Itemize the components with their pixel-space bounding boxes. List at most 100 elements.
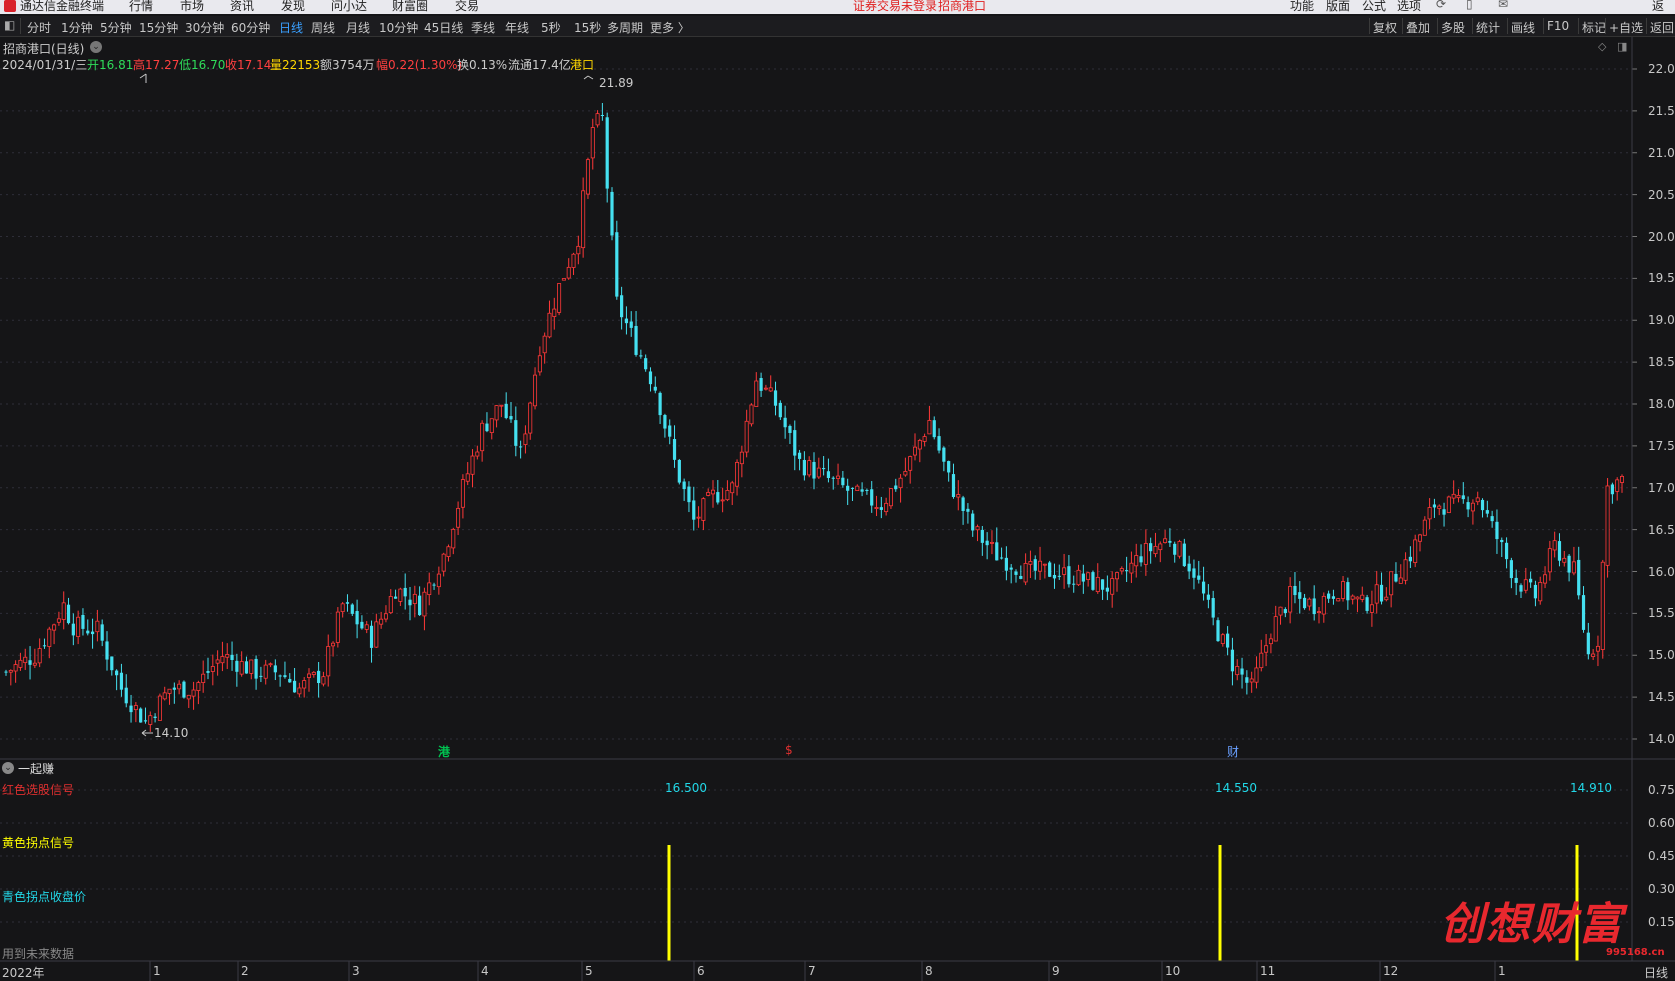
menu-formula[interactable]: 公式 [1362, 0, 1386, 14]
candle [1475, 491, 1480, 506]
period-tab-3[interactable]: 15分钟 [139, 19, 178, 36]
candle [374, 613, 379, 648]
candle [326, 634, 331, 687]
candle [590, 118, 595, 170]
toolbar-btn-0[interactable]: 复权 [1373, 19, 1397, 36]
period-tab-7[interactable]: 周线 [311, 19, 335, 36]
candle [537, 346, 542, 376]
toolbar-btn-7[interactable]: +自选 [1609, 19, 1643, 36]
watermark-logo: 创想财富 [1440, 899, 1624, 950]
menu-function[interactable]: 功能 [1290, 0, 1314, 14]
menu-quotes[interactable]: 行情 [129, 0, 153, 14]
refresh-icon[interactable]: ⟳ [1436, 0, 1446, 11]
candle [1095, 563, 1100, 594]
period-tab-12[interactable]: 年线 [505, 19, 529, 36]
candle [749, 403, 754, 427]
candle [494, 405, 499, 428]
candle [182, 680, 186, 699]
toolbar-btn-5[interactable]: F10 [1547, 19, 1569, 33]
candle [1240, 657, 1244, 689]
candle [692, 486, 696, 531]
yellow-signal-bar [1218, 845, 1222, 961]
candle [1048, 560, 1052, 578]
candle [778, 400, 782, 421]
candle [585, 157, 590, 199]
toolbar-btn-3[interactable]: 统计 [1476, 19, 1500, 36]
period-tab-10[interactable]: 45日线 [424, 19, 463, 36]
price-tick-label: 21.00 [1648, 145, 1675, 160]
menu-news[interactable]: 资讯 [230, 0, 254, 14]
menu-trade[interactable]: 交易 [455, 0, 479, 14]
candle [1264, 633, 1269, 667]
toolbar-btn-1[interactable]: 叠加 [1406, 19, 1430, 36]
candle [206, 657, 210, 680]
login-notice[interactable]: 证券交易未登录 [853, 0, 937, 14]
chart-area[interactable] [0, 37, 1675, 981]
candle [552, 297, 557, 330]
candle [917, 438, 922, 463]
event-marker-dividend[interactable]: $ [785, 743, 793, 757]
period-tab-4[interactable]: 30分钟 [185, 19, 224, 36]
toolbar-btn-8[interactable]: 返回 [1650, 19, 1674, 36]
notice-stock[interactable]: 招商港口 [938, 0, 986, 14]
toolbar-divider [1605, 18, 1606, 34]
toggle-panel-icon[interactable]: ◧ [4, 18, 15, 32]
menu-ask[interactable]: 问小达 [331, 0, 367, 14]
menu-market[interactable]: 市场 [180, 0, 204, 14]
candle [1595, 635, 1600, 667]
candle [86, 619, 90, 636]
toolbar-btn-2[interactable]: 多股 [1441, 19, 1465, 36]
yellow-signal-label: 黄色拐点信号 [2, 836, 75, 850]
phone-icon[interactable]: ▯ [1466, 0, 1473, 11]
indicator-name[interactable]: 一起赚 [18, 760, 54, 777]
price-tick-label: 18.00 [1648, 397, 1675, 411]
period-tab-1[interactable]: 1分钟 [61, 19, 93, 36]
window-toggle-icon[interactable]: ◨ [1617, 40, 1627, 53]
menu-back[interactable]: 返 [1652, 0, 1664, 14]
candle [66, 597, 71, 625]
period-tab-11[interactable]: 季线 [471, 19, 495, 36]
menu-discover[interactable]: 发现 [281, 0, 305, 14]
toolbar-divider [1578, 18, 1579, 34]
candle [47, 626, 52, 659]
indicator-tick-label: 0.15 [1648, 915, 1675, 929]
dropdown-icon[interactable]: ⌄ [90, 41, 102, 53]
period-tab-13[interactable]: 5秒 [541, 19, 561, 36]
candle [124, 674, 128, 708]
candle [1278, 606, 1283, 625]
candle [186, 694, 191, 708]
event-marker-port[interactable]: 港 [438, 743, 450, 760]
candle [942, 446, 946, 472]
period-tab-14[interactable]: 15秒 [574, 19, 601, 36]
period-tab-15[interactable]: 多周期 [607, 19, 643, 36]
period-tab-16[interactable]: 更多 〉 [650, 19, 690, 36]
toolbar-btn-4[interactable]: 画线 [1511, 19, 1535, 36]
event-marker-finance[interactable]: 财 [1227, 743, 1239, 760]
candle [1321, 592, 1326, 623]
period-tab-8[interactable]: 月线 [346, 19, 370, 36]
menu-layout[interactable]: 版面 [1326, 0, 1350, 14]
candle [783, 405, 787, 439]
period-tab-9[interactable]: 10分钟 [379, 19, 418, 36]
candle [826, 458, 831, 483]
candle [369, 620, 374, 663]
period-tab-6[interactable]: 日线 [279, 19, 303, 36]
toolbar-btn-6[interactable]: 标记 [1582, 19, 1606, 36]
menu-wealth[interactable]: 财富圈 [392, 0, 428, 14]
candle [1369, 590, 1374, 627]
period-tab-5[interactable]: 60分钟 [231, 19, 270, 36]
collapse-icon[interactable]: ⌄ [2, 762, 14, 774]
period-tab-0[interactable]: 分时 [27, 19, 51, 36]
menu-options[interactable]: 选项 [1397, 0, 1421, 14]
candle [139, 707, 143, 723]
time-tick-label: 1 [153, 964, 161, 978]
candle [119, 663, 124, 697]
candle [1163, 529, 1168, 544]
stock-title[interactable]: 招商港口(日线) [3, 40, 84, 57]
mail-icon[interactable]: ✉ [1498, 0, 1508, 11]
period-tab-2[interactable]: 5分钟 [100, 19, 132, 36]
diamond-icon[interactable]: ◇ [1598, 40, 1606, 53]
candle [427, 572, 432, 606]
info-sector[interactable]: 港口 [570, 56, 594, 73]
cyan-signal-label: 青色拐点收盘价 [2, 890, 87, 904]
